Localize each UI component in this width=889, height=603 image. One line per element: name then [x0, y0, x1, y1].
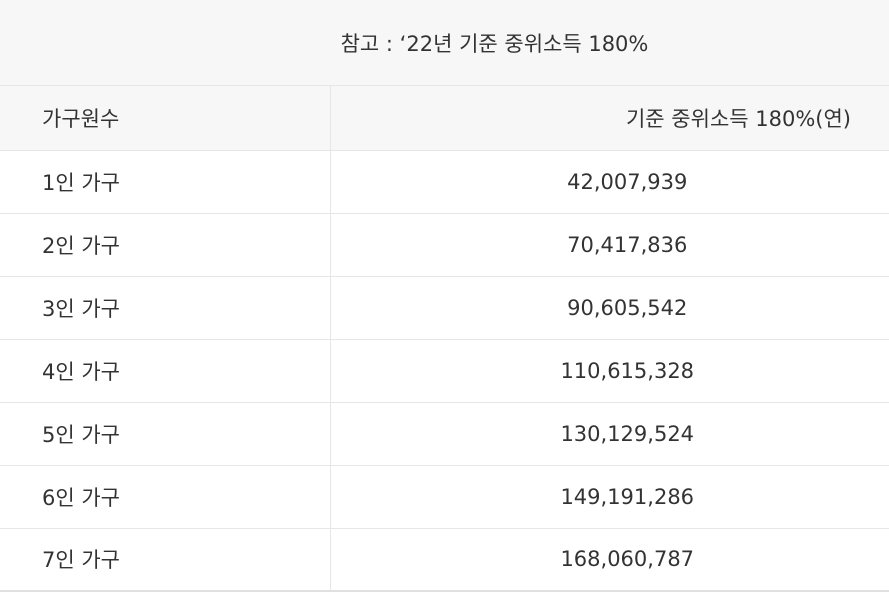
- header-household-count: 가구원수: [0, 86, 331, 151]
- household-cell: 5인 가구: [0, 402, 331, 466]
- income-cell: 70,417,836: [330, 213, 889, 277]
- income-cell: 42,007,939: [330, 150, 889, 214]
- table-row: 5인 가구 130,129,524: [0, 402, 889, 466]
- household-cell: 7인 가구: [0, 528, 331, 592]
- household-cell: 6인 가구: [0, 465, 331, 529]
- table-header-row: 가구원수 기준 중위소득 180%(연): [0, 86, 889, 151]
- table-row: 2인 가구 70,417,836: [0, 213, 889, 277]
- header-median-income: 기준 중위소득 180%(연): [330, 86, 889, 151]
- household-cell: 1인 가구: [0, 150, 331, 214]
- household-cell: 4인 가구: [0, 339, 331, 403]
- table-row: 7인 가구 168,060,787: [0, 528, 889, 592]
- household-cell: 3인 가구: [0, 276, 331, 340]
- table-row: 6인 가구 149,191,286: [0, 465, 889, 529]
- income-cell: 168,060,787: [330, 528, 889, 592]
- table-row: 3인 가구 90,605,542: [0, 276, 889, 340]
- median-income-table: 가구원수 기준 중위소득 180%(연) 1인 가구 42,007,939 2인…: [0, 86, 889, 592]
- income-cell: 130,129,524: [330, 402, 889, 466]
- table-caption: 참고 : ‘22년 기준 중위소득 180%: [0, 0, 889, 86]
- household-cell: 2인 가구: [0, 213, 331, 277]
- income-cell: 90,605,542: [330, 276, 889, 340]
- income-cell: 110,615,328: [330, 339, 889, 403]
- income-table-container: 참고 : ‘22년 기준 중위소득 180% 가구원수 기준 중위소득 180%…: [0, 0, 889, 603]
- table-row: 4인 가구 110,615,328: [0, 339, 889, 403]
- income-cell: 149,191,286: [330, 465, 889, 529]
- table-row: 1인 가구 42,007,939: [0, 150, 889, 214]
